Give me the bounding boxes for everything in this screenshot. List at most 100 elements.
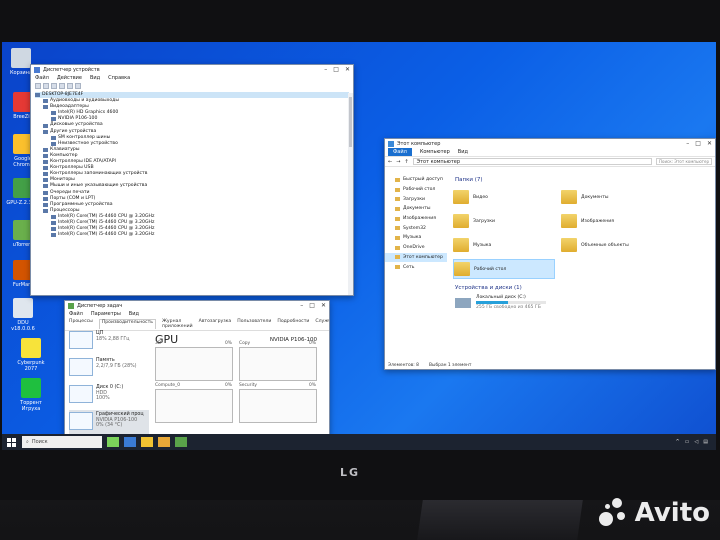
back-arrow-icon[interactable]: ←	[388, 159, 392, 165]
tab[interactable]: Автозагрузка	[199, 319, 232, 329]
folder-item[interactable]: Документы	[561, 187, 663, 207]
properties-icon[interactable]	[51, 83, 57, 89]
nav-item[interactable]: OneDrive	[385, 243, 447, 253]
graph-label: 3D	[155, 341, 162, 346]
tab[interactable]: Пользователи	[237, 319, 271, 329]
desktop-icon[interactable]: DDU v18.0.0.6	[6, 298, 40, 332]
forward-arrow-icon[interactable]: →	[396, 159, 400, 165]
folder-item[interactable]: Рабочий стол	[453, 259, 555, 279]
system-tray: ^ ▭ ◁ ▤	[675, 439, 708, 445]
folders-header[interactable]: Папки (7)	[455, 177, 713, 183]
menu-item[interactable]: Действие	[57, 75, 82, 81]
help-icon[interactable]	[59, 83, 65, 89]
task-manager-taskbar-icon[interactable]	[175, 437, 187, 447]
nav-item[interactable]: Загрузки	[385, 194, 447, 204]
tab[interactable]: Службы	[315, 319, 329, 329]
explorer-window[interactable]: Этот компьютер – □ ✕ Файл Компьютер Вид ← → …	[384, 138, 716, 370]
task-manager-titlebar[interactable]: Диспетчер задач – □ ✕	[65, 301, 329, 310]
folder-item[interactable]: Загрузки	[453, 211, 555, 231]
menu-item[interactable]: Файл	[69, 311, 83, 317]
address-bar[interactable]: Этот компьютер	[412, 158, 652, 165]
notification-icon[interactable]: ▤	[703, 439, 708, 445]
desktop-icon[interactable]: Торрент Игруха	[14, 378, 48, 412]
close-icon[interactable]: ✕	[321, 302, 326, 309]
menu-item[interactable]: Вид	[129, 311, 139, 317]
menu-item[interactable]: Файл	[35, 75, 49, 81]
device-icon	[43, 99, 48, 104]
explorer-search-input[interactable]: Поиск: Этот компьютер	[656, 158, 712, 165]
nav-item-label: Быстрый доступ	[403, 177, 443, 183]
start-button[interactable]	[2, 434, 20, 450]
chrome-icon[interactable]	[141, 437, 153, 447]
network-icon[interactable]: ▭	[685, 439, 690, 445]
chevron-up-icon[interactable]: ^	[675, 439, 679, 445]
game-icon[interactable]	[107, 437, 119, 447]
folder-icon	[395, 216, 400, 221]
desktop-icon-label: Торрент Игруха	[20, 400, 42, 412]
tab[interactable]: Производительность	[98, 319, 156, 329]
ribbon-tab[interactable]: Файл	[388, 148, 412, 156]
ribbon-tab[interactable]: Вид	[458, 149, 468, 155]
folder-item[interactable]: Видео	[453, 187, 555, 207]
tree-item[interactable]: Intel(R) Core(TM) i5-4460 CPU @ 3.20GHz	[35, 232, 349, 238]
ribbon-tab[interactable]: Компьютер	[420, 149, 450, 155]
file-explorer-icon[interactable]	[158, 437, 170, 447]
nav-item[interactable]: Музыка	[385, 233, 447, 243]
folder-icon	[454, 262, 470, 276]
folder-item[interactable]: Объемные объекты	[561, 235, 663, 255]
performance-item[interactable]: Графический проц NVIDIA P106-100 0% (34 °…	[69, 410, 149, 434]
performance-item[interactable]: Память 2,2/7,9 ГБ (28%)	[69, 356, 149, 380]
nav-item[interactable]: Документы	[385, 204, 447, 214]
device-icon	[43, 123, 48, 128]
forward-icon[interactable]	[43, 83, 49, 89]
devices-header[interactable]: Устройства и диски (1)	[455, 285, 713, 291]
performance-item[interactable]: Диск 0 (C:) HDD 100%	[69, 383, 149, 407]
nav-item[interactable]: Быстрый доступ	[385, 175, 447, 185]
tab[interactable]: Подробности	[277, 319, 309, 329]
close-icon[interactable]: ✕	[707, 140, 712, 147]
minimize-icon[interactable]: –	[324, 66, 327, 73]
nav-item[interactable]: Рабочий стол	[385, 185, 447, 195]
performance-item[interactable]: ЦП 18% 2,88 ГГц	[69, 329, 149, 353]
menu-item[interactable]: Параметры	[91, 311, 121, 317]
desktop-icon[interactable]: Cyberpunk 2077	[14, 338, 48, 372]
update-driver-icon[interactable]	[67, 83, 73, 89]
maximize-icon[interactable]: □	[695, 140, 701, 147]
minimize-icon[interactable]: –	[686, 140, 689, 147]
device-manager-titlebar[interactable]: Диспетчер устройств – □ ✕	[31, 65, 353, 74]
nav-item[interactable]: Этот компьютер	[385, 252, 447, 263]
menu-item[interactable]: Справка	[108, 75, 130, 81]
tab[interactable]: Процессы	[69, 319, 93, 329]
folder-item[interactable]: Изображения	[561, 211, 663, 231]
maximize-icon[interactable]: □	[309, 302, 315, 309]
device-manager-title: Диспетчер устройств	[43, 66, 100, 73]
up-arrow-icon[interactable]: ↑	[404, 159, 408, 165]
folder-item[interactable]: Музыка	[453, 235, 555, 255]
nav-item-label: Рабочий стол	[403, 187, 436, 193]
menu-item[interactable]: Вид	[90, 75, 100, 81]
tab[interactable]: Журнал приложений	[162, 319, 193, 329]
task-view-icon[interactable]	[124, 437, 136, 447]
task-manager-window[interactable]: Диспетчер задач – □ ✕ Файл Параметры Вид Про…	[64, 300, 330, 448]
device-manager-window[interactable]: Диспетчер устройств – □ ✕ Файл Действие Вид С…	[30, 64, 354, 296]
taskbar-search[interactable]: ⌕ Поиск	[22, 436, 102, 448]
drive-c[interactable]: Локальный диск (C:) 255 ГБ свободно из 4…	[449, 295, 713, 310]
device-icon	[43, 202, 48, 207]
explorer-titlebar[interactable]: Этот компьютер – □ ✕	[385, 139, 715, 148]
volume-icon[interactable]: ◁	[694, 439, 698, 445]
device-icon	[51, 135, 56, 140]
nav-item[interactable]: Изображения	[385, 214, 447, 224]
navigation-pane: Быстрый доступ Рабочий стол Загрузки Докуме…	[385, 173, 447, 359]
device-icon	[43, 105, 48, 110]
performance-item-text: Графический проц NVIDIA P106-100 0% (34 °…	[96, 412, 144, 429]
monitor-icon[interactable]	[75, 83, 81, 89]
nav-item[interactable]: Сеть	[385, 262, 447, 272]
minimize-icon[interactable]: –	[300, 302, 303, 309]
close-icon[interactable]: ✕	[345, 66, 350, 73]
device-icon	[43, 166, 48, 171]
maximize-icon[interactable]: □	[333, 66, 339, 73]
desktop: Корзина BreeZip Google Chrome GPU-Z.2.32...…	[2, 42, 716, 450]
device-manager-scrollbar[interactable]	[348, 93, 353, 295]
back-icon[interactable]	[35, 83, 41, 89]
nav-item[interactable]: System32	[385, 223, 447, 233]
